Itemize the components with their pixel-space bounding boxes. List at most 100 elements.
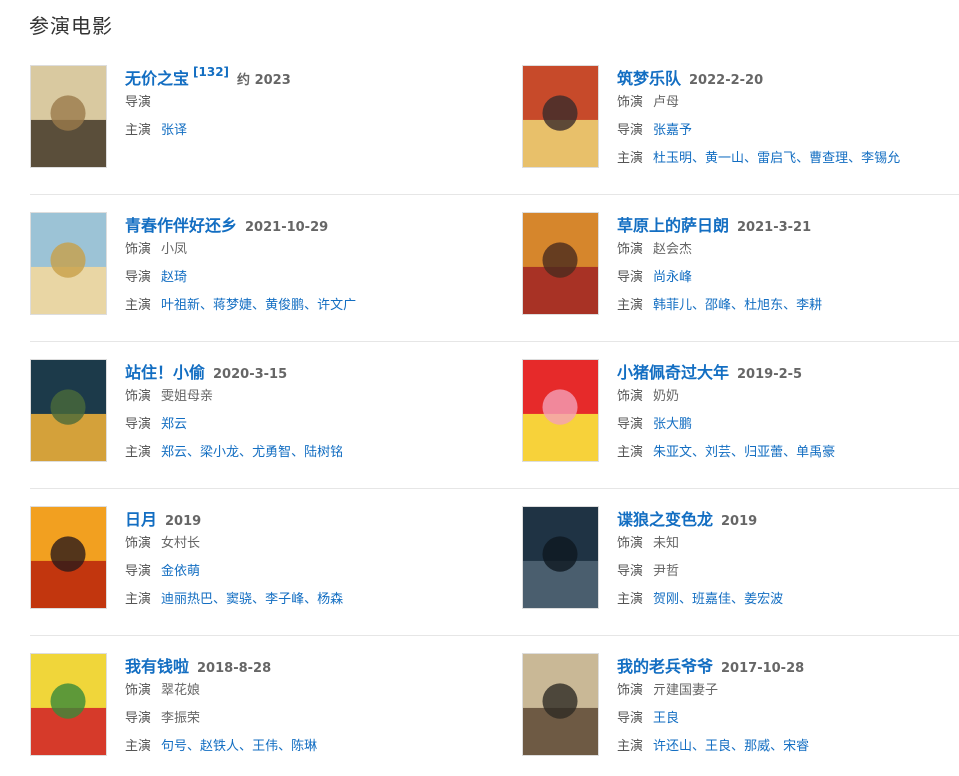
film-info: 我的老兵爷爷 2017-10-28 饰演 亓建国妻子 导演 王良 主演 许还山、王良、那威、宋… xyxy=(617,653,957,761)
film-title-link[interactable]: 我的老兵爷爷 xyxy=(617,653,713,677)
film-star-link[interactable]: 朱亚文 xyxy=(653,445,692,460)
film-poster[interactable] xyxy=(30,359,107,462)
film-director-value[interactable]: 王良 xyxy=(653,711,679,726)
film-star-link[interactable]: 黄俊鹏 xyxy=(265,298,304,313)
film-stars: 主演 杜玉明、黄一山、雷启飞、曹查理、李锡允 xyxy=(617,145,957,173)
film-director: 导演 郑云 xyxy=(125,411,465,439)
film-role-value: 亓建国妻子 xyxy=(653,683,719,698)
film-star-link[interactable]: 雷启飞 xyxy=(757,151,796,166)
film-info: 站住！小偷 2020-3-15 饰演 雯姐母亲 导演 郑云 主演 郑云、梁小龙、尤勇智、陆树铭 xyxy=(125,359,465,467)
film-stars-label: 主演 xyxy=(125,592,152,607)
film-role-value: 赵会杰 xyxy=(653,242,693,257)
film-star-link[interactable]: 那威 xyxy=(744,739,770,754)
film-star-link[interactable]: 迪丽热巴 xyxy=(161,592,213,607)
film-poster[interactable] xyxy=(30,653,107,756)
film-star-link[interactable]: 陈琳 xyxy=(291,739,317,754)
film-director-value[interactable]: 郑云 xyxy=(161,417,187,432)
film-star-link[interactable]: 陆树铭 xyxy=(304,445,343,460)
film-poster[interactable] xyxy=(522,506,599,609)
film-poster[interactable] xyxy=(522,65,599,168)
film-title-line: 无价之宝 [132] 约 2023 xyxy=(125,65,465,89)
film-poster[interactable] xyxy=(30,65,107,168)
film-star-link[interactable]: 叶祖新 xyxy=(161,298,200,313)
film-director: 导演 金依萌 xyxy=(125,558,465,586)
film-star-link[interactable]: 梁小龙 xyxy=(200,445,239,460)
film-poster[interactable] xyxy=(30,506,107,609)
film-star-link[interactable]: 杜玉明 xyxy=(653,151,692,166)
film-title-link[interactable]: 日月 xyxy=(125,506,157,530)
film-poster[interactable] xyxy=(522,359,599,462)
film-star-link[interactable]: 贺刚 xyxy=(653,592,679,607)
film-director-label: 导演 xyxy=(617,123,644,138)
film-title-link[interactable]: 青春作伴好还乡 xyxy=(125,212,237,236)
film-title-link[interactable]: 我有钱啦 xyxy=(125,653,189,677)
film-info: 日月 2019 饰演 女村长 导演 金依萌 主演 迪丽热巴、窦骁、李子峰、杨森 xyxy=(125,506,465,614)
film-star-link[interactable]: 郑云 xyxy=(161,445,187,460)
film-title-link[interactable]: 站住！小偷 xyxy=(125,359,205,383)
film-director-value[interactable]: 赵琦 xyxy=(161,270,187,285)
film-star-link[interactable]: 蒋梦婕 xyxy=(213,298,252,313)
film-year: 2019 xyxy=(165,514,202,529)
film-role-label: 饰演 xyxy=(617,389,644,404)
film-director-value[interactable]: 金依萌 xyxy=(161,564,200,579)
film-role-label: 饰演 xyxy=(617,683,644,698)
film-stars: 主演 张译 xyxy=(125,117,465,145)
film-star-link[interactable]: 尤勇智 xyxy=(252,445,291,460)
film-role: 饰演 翠花娘 xyxy=(125,677,465,705)
film-star-link[interactable]: 张译 xyxy=(161,123,187,138)
film-star-link[interactable]: 宋睿 xyxy=(783,739,809,754)
film-row: 站住！小偷 2020-3-15 饰演 雯姐母亲 导演 郑云 主演 郑云、梁小龙、尤勇智、陆树铭… xyxy=(30,342,959,489)
star-separator: 、 xyxy=(731,298,745,313)
film-star-link[interactable]: 归亚蕾 xyxy=(744,445,783,460)
film-star-link[interactable]: 赵铁人 xyxy=(200,739,239,754)
film-row: 我有钱啦 2018-8-28 饰演 翠花娘 导演 李振荣 主演 句号、赵铁人、王伟、陈琳 我的老… xyxy=(30,636,959,776)
film-star-link[interactable]: 窦骁 xyxy=(226,592,252,607)
citation-ref-link[interactable]: [132] xyxy=(193,65,229,79)
film-star-link[interactable]: 班嘉佳 xyxy=(692,592,731,607)
film-director-label: 导演 xyxy=(125,711,152,726)
film-star-link[interactable]: 杨森 xyxy=(317,592,343,607)
film-star-link[interactable]: 许文广 xyxy=(317,298,356,313)
film-card: 无价之宝 [132] 约 2023 导演 主演 张译 xyxy=(30,65,470,175)
film-card: 我的老兵爷爷 2017-10-28 饰演 亓建国妻子 导演 王良 主演 许还山、王良、那威、宋… xyxy=(522,653,959,763)
film-stars-label: 主演 xyxy=(617,298,644,313)
film-director-value[interactable]: 张大鹏 xyxy=(653,417,692,432)
star-separator: 、 xyxy=(744,151,758,166)
film-year: 约 2023 xyxy=(237,73,291,88)
film-title-link[interactable]: 草原上的萨日朗 xyxy=(617,212,729,236)
film-director-value[interactable]: 尚永峰 xyxy=(653,270,692,285)
film-director: 导演 王良 xyxy=(617,705,957,733)
film-star-link[interactable]: 李子峰 xyxy=(265,592,304,607)
film-director-value[interactable]: 张嘉予 xyxy=(653,123,692,138)
film-title-line: 青春作伴好还乡 2021-10-29 xyxy=(125,212,465,236)
film-star-link[interactable]: 句号 xyxy=(161,739,187,754)
film-info: 青春作伴好还乡 2021-10-29 饰演 小凤 导演 赵琦 主演 叶祖新、蒋梦婕、黄俊鹏、许… xyxy=(125,212,465,320)
film-poster[interactable] xyxy=(522,212,599,315)
film-title-link[interactable]: 筑梦乐队 xyxy=(617,65,681,89)
film-title-link[interactable]: 谍狼之变色龙 xyxy=(617,506,713,530)
film-card: 小猪佩奇过大年 2019-2-5 饰演 奶奶 导演 张大鹏 主演 朱亚文、刘芸、归亚蕾、单禹豪 xyxy=(522,359,959,469)
film-star-link[interactable]: 黄一山 xyxy=(705,151,744,166)
film-role-value: 小凤 xyxy=(161,242,188,257)
film-star-link[interactable]: 单禹豪 xyxy=(796,445,835,460)
film-title-link[interactable]: 小猪佩奇过大年 xyxy=(617,359,729,383)
film-star-link[interactable]: 邵峰 xyxy=(705,298,731,313)
film-role-label: 饰演 xyxy=(617,95,644,110)
film-poster[interactable] xyxy=(522,653,599,756)
film-star-link[interactable]: 韩菲儿 xyxy=(653,298,692,313)
film-star-link[interactable]: 王伟 xyxy=(252,739,278,754)
film-star-link[interactable]: 王良 xyxy=(705,739,731,754)
film-star-link[interactable]: 刘芸 xyxy=(705,445,731,460)
film-star-link[interactable]: 杜旭东 xyxy=(744,298,783,313)
film-poster[interactable] xyxy=(30,212,107,315)
film-row: 青春作伴好还乡 2021-10-29 饰演 小凤 导演 赵琦 主演 叶祖新、蒋梦婕、黄俊鹏、许… xyxy=(30,195,959,342)
film-star-link[interactable]: 李锡允 xyxy=(861,151,900,166)
film-info: 谍狼之变色龙 2019 饰演 未知 导演 尹哲 主演 贺刚、班嘉佳、姜宏波 xyxy=(617,506,957,614)
film-stars: 主演 许还山、王良、那威、宋睿 xyxy=(617,733,957,761)
film-star-link[interactable]: 姜宏波 xyxy=(744,592,783,607)
film-star-link[interactable]: 李耕 xyxy=(796,298,822,313)
film-star-link[interactable]: 许还山 xyxy=(653,739,692,754)
film-director: 导演 xyxy=(125,89,465,117)
film-star-link[interactable]: 曹查理 xyxy=(809,151,848,166)
film-title-link[interactable]: 无价之宝 xyxy=(125,65,189,89)
